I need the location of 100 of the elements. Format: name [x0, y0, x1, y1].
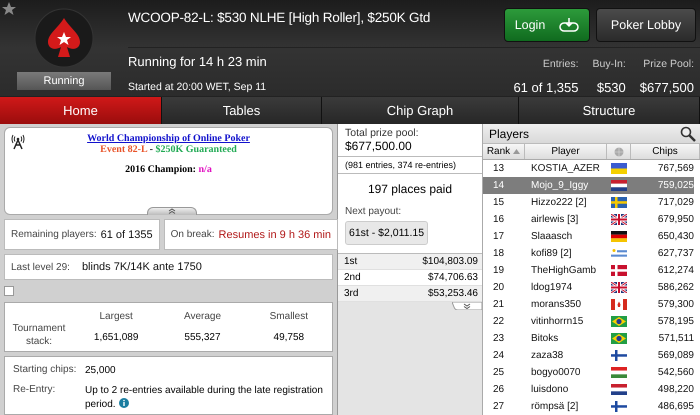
stack-column-label: Average	[182, 310, 222, 322]
rank-text: 14	[492, 180, 506, 191]
break-label: On break:	[170, 229, 215, 240]
spade-logo-icon	[34, 8, 94, 68]
tab[interactable]: Tables	[162, 97, 322, 124]
prize-pool-value: $677,500.00	[345, 139, 413, 153]
flag-icon	[611, 282, 627, 293]
payout-amount: $74,706.63	[428, 272, 478, 283]
chips-text: 679,950	[656, 214, 694, 225]
chips-text: 717,029	[656, 197, 694, 208]
player-name: Bitoks	[530, 333, 560, 344]
antenna-icon	[11, 134, 25, 150]
player-row[interactable]: 14 Mojo_9_Iggy 759,025	[483, 177, 694, 194]
player-column-header[interactable]: Player	[525, 144, 607, 159]
chips-text: 569,089	[656, 350, 694, 361]
start-time: Started at 20:00 WET, Sep 11	[128, 81, 267, 93]
remaining-value: 61 of 1355	[100, 228, 153, 240]
stat-value: $530	[596, 80, 626, 95]
chips-text: 650,430	[656, 231, 694, 242]
chips-column-header[interactable]: Chips	[631, 144, 700, 159]
champion-line: 2016 Champion: n/a	[125, 164, 212, 175]
rank-text: 22	[492, 316, 506, 327]
tab[interactable]: Home	[0, 97, 162, 124]
chips-text: 542,560	[656, 367, 694, 378]
player-name: ldog1974	[530, 282, 574, 293]
player-name: kofi89 [2]	[530, 248, 573, 259]
stack-value: 555,327	[183, 332, 222, 342]
flag-icon	[611, 180, 627, 191]
chips-text: 627,737	[656, 248, 694, 259]
chips-text: 498,220	[656, 384, 694, 395]
player-name: bogyo0070	[530, 367, 582, 378]
prize-pool-label: Total prize pool:	[345, 127, 420, 139]
payout-place: 3rd	[344, 288, 358, 299]
player-name: Slaaasch	[530, 231, 574, 242]
rank-column-header[interactable]: Rank	[483, 144, 525, 159]
flag-icon	[611, 163, 627, 174]
detail-value: 25,000	[85, 364, 117, 378]
info-icon[interactable]	[118, 398, 129, 408]
championship-link[interactable]: World Championship of Online Poker	[87, 133, 250, 144]
entries-text: (981 entries, 374 re-entries)	[345, 160, 458, 170]
flag-icon	[611, 316, 627, 327]
stat-value: $677,500	[640, 80, 694, 95]
rank-text: 13	[492, 163, 506, 174]
flag-icon	[611, 333, 627, 344]
player-name: airlewis [3]	[530, 214, 580, 225]
players-title: Players	[489, 126, 530, 140]
status-label: Running	[17, 72, 111, 90]
flag-icon	[611, 248, 627, 259]
tab[interactable]: Structure	[519, 97, 700, 124]
flag-icon	[611, 384, 627, 395]
chips-text: 586,262	[656, 282, 694, 293]
stack-value: 49,758	[272, 332, 306, 342]
rank-text: 18	[492, 248, 506, 259]
places-paid: 197 places paid	[366, 182, 454, 196]
rank-text: 20	[492, 282, 506, 293]
chips-text: 578,195	[656, 316, 694, 327]
stat-label: Entries:	[542, 58, 578, 70]
stack-label: Tournament stack:	[12, 322, 66, 348]
player-name: Mojo_9_Iggy	[530, 180, 590, 191]
flag-icon	[611, 197, 627, 208]
lobby-button[interactable]: Poker Lobby	[596, 8, 696, 42]
flag-icon	[611, 265, 627, 276]
chips-text: 486,695	[656, 401, 694, 412]
level-label: Last level 29:	[11, 262, 70, 272]
search-icon[interactable]	[680, 126, 696, 142]
expand-handle[interactable]	[452, 302, 482, 310]
stack-value: 1,651,089	[92, 332, 140, 342]
chips-text: 579,300	[656, 299, 694, 310]
rank-text: 26	[492, 384, 506, 395]
player-name: morans350	[530, 299, 582, 310]
next-payout-label: Next payout:	[345, 206, 402, 217]
stat-label: Prize Pool:	[643, 58, 694, 70]
level-value: blinds 7K/14K ante 1750	[82, 261, 202, 273]
collapse-handle[interactable]	[147, 207, 197, 215]
rank-text: 16	[492, 214, 506, 225]
login-button[interactable]: Login	[504, 8, 590, 42]
rank-text: 25	[492, 367, 506, 378]
tournament-title: WCOOP-82-L: $530 NLHE [High Roller], $250K Gtd	[128, 10, 430, 25]
star-icon	[1, 1, 17, 17]
rank-text: 21	[492, 299, 506, 310]
player-name: luisdono	[530, 384, 570, 395]
player-name: KOSTIA_AZER	[530, 163, 601, 174]
player-name: TheHighGamb	[530, 265, 598, 276]
detail-label: Starting chips:	[13, 364, 78, 377]
login-icon	[559, 18, 580, 32]
detail-value: Up to 2 re-entries available during the late registration period.	[85, 384, 324, 412]
stat-label: Buy-In:	[592, 58, 626, 70]
stat-value: 61 of 1,355	[513, 80, 578, 95]
rank-text: 17	[492, 231, 506, 242]
tab[interactable]: Chip Graph	[322, 97, 519, 124]
payout-place: 1st	[344, 256, 358, 267]
rank-text: 24	[492, 350, 506, 361]
payout-amount: $53,253.46	[428, 288, 478, 299]
chips-text: 767,569	[656, 163, 694, 174]
running-time: Running for 14 h 23 min	[128, 54, 267, 69]
player-name: zaza38	[530, 350, 564, 361]
stack-column-label: Smallest	[268, 310, 309, 322]
checkbox[interactable]	[4, 286, 14, 296]
stack-column-label: Largest	[98, 310, 134, 322]
player-name: vitinhorrn15	[530, 316, 584, 327]
